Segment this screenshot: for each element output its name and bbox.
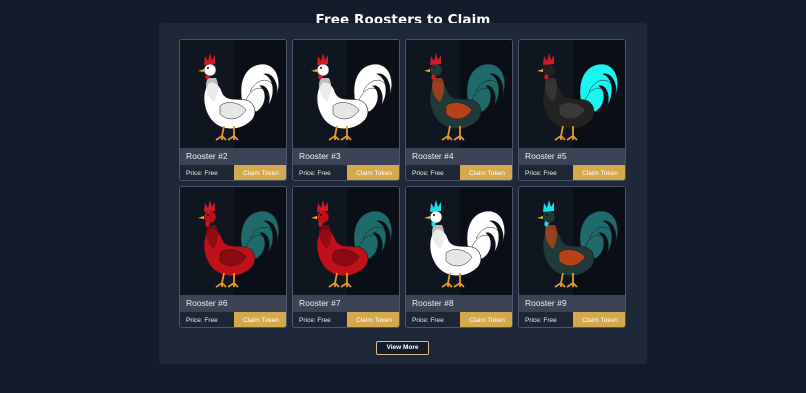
claim-token-button[interactable]: Claim Token [460, 312, 512, 327]
rooster-name: Rooster #7 [293, 295, 399, 312]
rooster-name: Rooster #6 [180, 295, 286, 312]
rooster-panel: Rooster #2 Price: Free Claim Token Rooste… [159, 23, 647, 364]
rooster-card[interactable]: Rooster #2 Price: Free Claim Token [179, 39, 287, 181]
rooster-card[interactable]: Rooster #8 Price: Free Claim Token [405, 186, 513, 328]
rooster-image [293, 187, 399, 295]
claim-token-button[interactable]: Claim Token [573, 165, 625, 180]
rooster-name: Rooster #9 [519, 295, 625, 312]
rooster-price: Price: Free [186, 317, 218, 324]
rooster-card[interactable]: Rooster #4 Price: Free Claim Token [405, 39, 513, 181]
rooster-price: Price: Free [412, 317, 444, 324]
rooster-image [406, 40, 512, 148]
rooster-image [180, 187, 286, 295]
rooster-image [519, 187, 625, 295]
claim-token-button[interactable]: Claim Token [460, 165, 512, 180]
rooster-price: Price: Free [525, 170, 557, 177]
rooster-price: Price: Free [412, 170, 444, 177]
rooster-price: Price: Free [525, 317, 557, 324]
claim-token-button[interactable]: Claim Token [347, 312, 399, 327]
rooster-name: Rooster #2 [180, 148, 286, 165]
view-more-button[interactable]: View More [376, 341, 429, 355]
rooster-card[interactable]: Rooster #9 Price: Free Claim Token [518, 186, 626, 328]
rooster-name: Rooster #8 [406, 295, 512, 312]
claim-token-button[interactable]: Claim Token [573, 312, 625, 327]
rooster-image [180, 40, 286, 148]
rooster-image [293, 40, 399, 148]
rooster-price: Price: Free [299, 170, 331, 177]
rooster-card[interactable]: Rooster #6 Price: Free Claim Token [179, 186, 287, 328]
rooster-name: Rooster #4 [406, 148, 512, 165]
rooster-price: Price: Free [299, 317, 331, 324]
rooster-image [406, 187, 512, 295]
rooster-name: Rooster #5 [519, 148, 625, 165]
rooster-name: Rooster #3 [293, 148, 399, 165]
rooster-card[interactable]: Rooster #7 Price: Free Claim Token [292, 186, 400, 328]
rooster-card[interactable]: Rooster #5 Price: Free Claim Token [518, 39, 626, 181]
rooster-image [519, 40, 625, 148]
rooster-card[interactable]: Rooster #3 Price: Free Claim Token [292, 39, 400, 181]
claim-token-button[interactable]: Claim Token [347, 165, 399, 180]
claim-token-button[interactable]: Claim Token [234, 312, 286, 327]
rooster-price: Price: Free [186, 170, 218, 177]
claim-token-button[interactable]: Claim Token [234, 165, 286, 180]
